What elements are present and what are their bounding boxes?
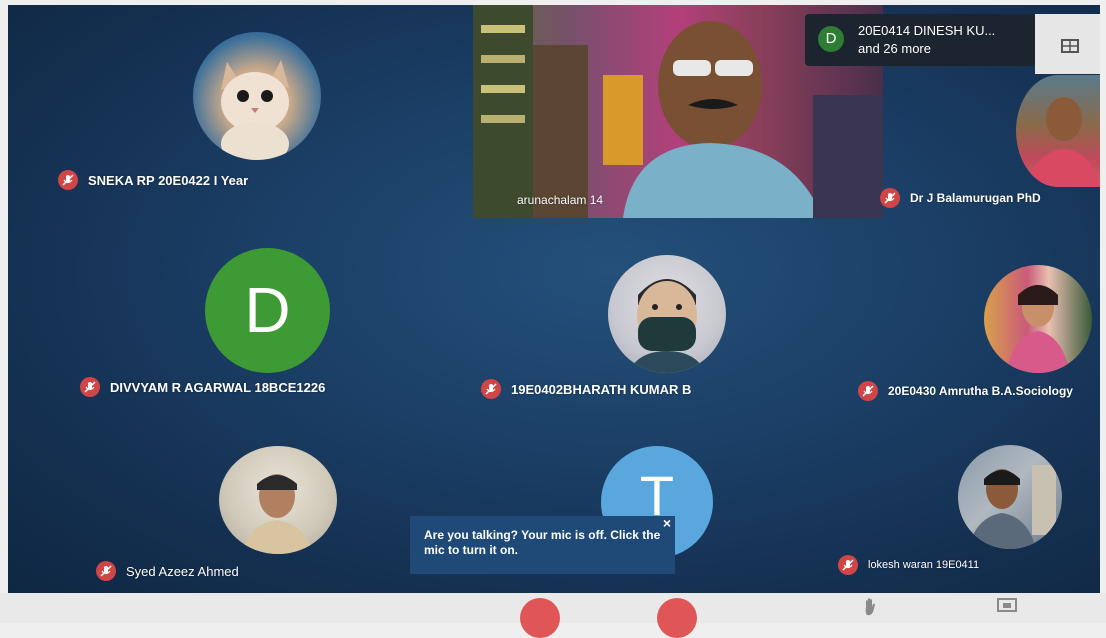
avatar-kitten bbox=[193, 32, 321, 160]
participant-name-balamurugan: Dr J Balamurugan PhD bbox=[880, 188, 1041, 208]
camera-toggle-button[interactable] bbox=[657, 598, 697, 638]
mic-off-icon bbox=[481, 379, 501, 399]
participant-name-lokesh: lokesh waran 19E0411 bbox=[838, 555, 979, 575]
mic-off-icon bbox=[96, 561, 116, 581]
avatar-amrutha bbox=[984, 265, 1092, 373]
layout-icon bbox=[1061, 39, 1079, 53]
mic-off-icon bbox=[880, 188, 900, 208]
participant-name-divvyam: DIVVYAM R AGARWAL 18BCE1226 bbox=[80, 377, 325, 397]
mic-off-tooltip: Are you talking? Your mic is off. Click … bbox=[410, 516, 675, 574]
present-screen-icon[interactable] bbox=[997, 598, 1017, 614]
layout-toggle-button[interactable] bbox=[1035, 14, 1100, 74]
more-participants-avatar: D bbox=[818, 26, 844, 52]
mic-off-icon bbox=[838, 555, 858, 575]
mic-off-icon bbox=[858, 381, 878, 401]
avatar-lokesh bbox=[958, 445, 1062, 549]
participant-name-presenter: arunachalam 14 bbox=[517, 193, 604, 207]
avatar-balamurugan bbox=[1016, 75, 1100, 187]
meeting-grid: SNEKA RP 20E0422 I Year arunachalam 14 D… bbox=[8, 5, 1100, 593]
participant-name-amrutha: 20E0430 Amrutha B.A.Sociology bbox=[858, 381, 1073, 401]
mic-off-icon bbox=[58, 170, 78, 190]
participant-name-sneka: SNEKA RP 20E0422 I Year bbox=[58, 170, 248, 190]
participant-name-bharath: 19E0402BHARATH KUMAR B bbox=[481, 379, 691, 399]
more-participants-chip[interactable]: D 20E0414 DINESH KU... and 26 more bbox=[805, 14, 1035, 66]
avatar-syed bbox=[219, 446, 337, 554]
close-icon[interactable]: × bbox=[663, 516, 671, 531]
avatar-bharath bbox=[608, 255, 726, 373]
avatar-divvyam: D bbox=[205, 248, 330, 373]
raise-hand-icon[interactable] bbox=[862, 597, 880, 617]
mic-off-icon bbox=[80, 377, 100, 397]
participant-name-syed: Syed Azeez Ahmed bbox=[96, 561, 239, 581]
more-participants-text: 20E0414 DINESH KU... and 26 more bbox=[858, 23, 996, 56]
mic-toggle-button[interactable] bbox=[520, 598, 560, 638]
